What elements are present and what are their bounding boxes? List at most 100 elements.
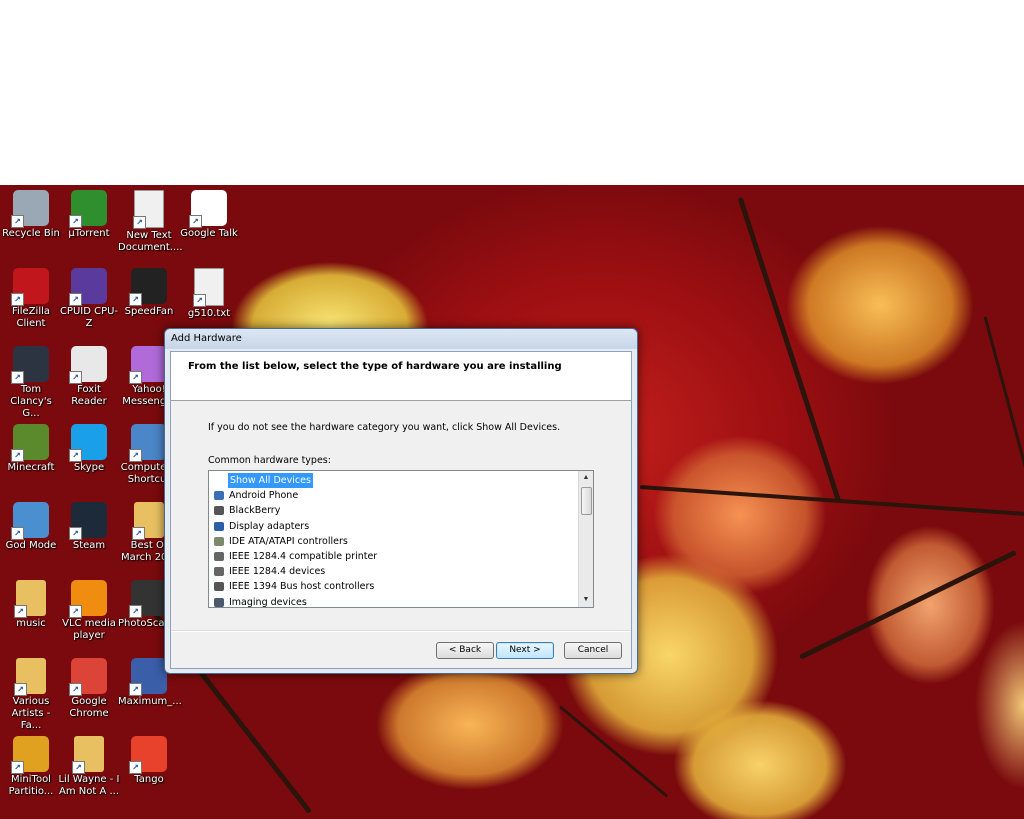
desktop-icon[interactable]: ↗ CPUID CPU-Z: [58, 268, 120, 330]
desktop-icon[interactable]: ↗ Skype: [58, 424, 120, 474]
foxit-reader-icon: ↗: [69, 346, 107, 384]
yahoo-messenger-icon: ↗: [129, 346, 167, 384]
shortcut-arrow-icon: ↗: [133, 216, 146, 229]
desktop-icon[interactable]: ↗ God Mode: [0, 502, 62, 552]
utorrent-icon: ↗: [69, 190, 107, 228]
printer-icon: [214, 552, 224, 561]
desktop-icon-label: Tango: [134, 774, 164, 785]
desktop-icon[interactable]: ↗ Recycle Bin: [0, 190, 62, 240]
shortcut-arrow-icon: ↗: [11, 761, 24, 774]
magazine-icon: ↗: [129, 658, 167, 696]
blank-icon: [213, 475, 226, 486]
add-hardware-dialog: Add Hardware From the list below, select…: [164, 328, 638, 674]
dialog-header: From the list below, select the type of …: [171, 352, 631, 401]
desktop-icon[interactable]: ↗ µTorrent: [58, 190, 120, 240]
desktop-icon-label: Skype: [73, 462, 105, 473]
desktop-icon[interactable]: ↗ g510.txt: [178, 268, 240, 320]
shortcut-arrow-icon: ↗: [69, 527, 82, 540]
folder-icon: ↗: [132, 502, 164, 540]
shortcut-arrow-icon: ↗: [129, 605, 142, 618]
desktop-icon[interactable]: ↗ New Text Document....: [118, 190, 183, 254]
dialog-header-title: From the list below, select the type of …: [188, 361, 562, 372]
desktop-icon-label: Google Talk: [180, 228, 238, 239]
steam-icon: ↗: [69, 502, 107, 540]
desktop-icon[interactable]: ↗ Minecraft: [0, 424, 62, 474]
desktop-icon[interactable]: ↗ Google Chrome: [58, 658, 120, 720]
display-adapter-icon: [214, 521, 224, 531]
computer-icon: ↗: [129, 424, 167, 462]
ide-controller-icon: [214, 536, 224, 546]
shortcut-arrow-icon: ↗: [129, 761, 142, 774]
vlc-icon: ↗: [69, 580, 107, 618]
shortcut-arrow-icon: ↗: [189, 215, 202, 228]
shortcut-arrow-icon: ↗: [129, 293, 142, 306]
scroll-down-arrow-icon[interactable]: ▼: [579, 593, 593, 607]
desktop-icon-label: Lil Wayne - I Am Not A ...: [58, 774, 120, 797]
hardware-type-item[interactable]: IEEE 1394 Bus host controllers: [213, 579, 376, 594]
desktop-icon[interactable]: ↗ SpeedFan: [118, 268, 180, 318]
hardware-type-item[interactable]: BlackBerry: [213, 503, 282, 518]
photoscape-icon: ↗: [129, 580, 167, 618]
hardware-type-item[interactable]: Display adapters: [213, 519, 311, 534]
shortcut-arrow-icon: ↗: [11, 215, 24, 228]
text-document-icon: ↗: [133, 190, 164, 229]
printer-icon: [214, 567, 224, 577]
minecraft-icon: ↗: [11, 424, 49, 462]
hardware-type-item[interactable]: Imaging devices: [213, 595, 309, 607]
usb-device-icon: [214, 582, 224, 592]
filezilla-icon: ↗: [11, 268, 49, 306]
desktop-icon[interactable]: ↗ Tango: [118, 736, 180, 786]
back-button[interactable]: < Back: [436, 642, 494, 659]
chrome-icon: ↗: [69, 658, 107, 696]
hardware-type-label: IDE ATA/ATAPI controllers: [229, 535, 348, 547]
minitool-icon: ↗: [11, 736, 49, 774]
button-separator: [171, 630, 631, 632]
hardware-type-item[interactable]: Android Phone: [213, 488, 300, 503]
hardware-type-label: IEEE 1284.4 compatible printer: [229, 551, 378, 562]
desktop-icon[interactable]: ↗ VLC media player: [58, 580, 120, 642]
hardware-type-item[interactable]: IEEE 1284.4 compatible printer: [213, 549, 379, 564]
shortcut-arrow-icon: ↗: [129, 683, 142, 696]
shortcut-arrow-icon: ↗: [14, 605, 27, 618]
scroll-up-arrow-icon[interactable]: ▲: [579, 471, 593, 485]
cancel-button[interactable]: Cancel: [564, 642, 622, 659]
recycle-bin-icon: ↗: [11, 190, 49, 228]
desktop-icon[interactable]: ↗ Foxit Reader: [58, 346, 120, 408]
desktop-icon-label: Various Artists - Fa...: [11, 696, 51, 731]
shortcut-arrow-icon: ↗: [11, 371, 24, 384]
list-scrollbar[interactable]: ▲ ▼: [578, 471, 593, 607]
shortcut-arrow-icon: ↗: [129, 371, 142, 384]
desktop-icon-label: SpeedFan: [124, 306, 174, 317]
desktop-icon-label: Tom Clancy's G...: [10, 384, 52, 419]
desktop-icon-label: Maximum_...: [118, 696, 182, 707]
desktop-icon-label: µTorrent: [68, 228, 110, 239]
shortcut-arrow-icon: ↗: [11, 527, 24, 540]
hardware-type-label: Show All Devices: [228, 473, 313, 488]
scroll-thumb[interactable]: [581, 487, 592, 515]
dialog-title[interactable]: Add Hardware: [165, 329, 637, 349]
hardware-type-item[interactable]: IDE ATA/ATAPI controllers: [213, 534, 350, 549]
desktop-icon[interactable]: ↗ music: [0, 580, 62, 630]
desktop-icon-label: Minecraft: [7, 462, 55, 473]
hardware-type-item[interactable]: IEEE 1284.4 devices: [213, 564, 327, 579]
folder-icon: ↗: [14, 658, 46, 696]
desktop-icon[interactable]: ↗ MiniTool Partitio...: [0, 736, 62, 798]
dialog-body: From the list below, select the type of …: [170, 351, 632, 669]
shortcut-arrow-icon: ↗: [193, 294, 206, 307]
speedfan-icon: ↗: [129, 268, 167, 306]
next-button[interactable]: Next >: [496, 642, 554, 659]
desktop-icon-label: God Mode: [5, 540, 57, 551]
shortcut-arrow-icon: ↗: [69, 371, 82, 384]
desktop-icon[interactable]: ↗ Steam: [58, 502, 120, 552]
hardware-type-label: IEEE 1394 Bus host controllers: [229, 581, 375, 593]
hardware-types-list[interactable]: ▲ ▼ Show All Devices Android Phone BlackBe…: [208, 470, 594, 608]
desktop-icon[interactable]: ↗ Lil Wayne - I Am Not A ...: [58, 736, 120, 798]
ghost-recon-icon: ↗: [11, 346, 49, 384]
hardware-type-item[interactable]: Show All Devices: [213, 473, 313, 488]
desktop-icon-label: Steam: [72, 540, 106, 551]
desktop-icon[interactable]: ↗ Various Artists - Fa...: [0, 658, 62, 732]
desktop-icon[interactable]: ↗ Google Talk: [178, 190, 240, 240]
desktop-icon[interactable]: ↗ Tom Clancy's G...: [0, 346, 62, 420]
desktop-icon[interactable]: ↗ FileZilla Client: [0, 268, 62, 330]
hardware-type-label: BlackBerry: [229, 505, 281, 517]
